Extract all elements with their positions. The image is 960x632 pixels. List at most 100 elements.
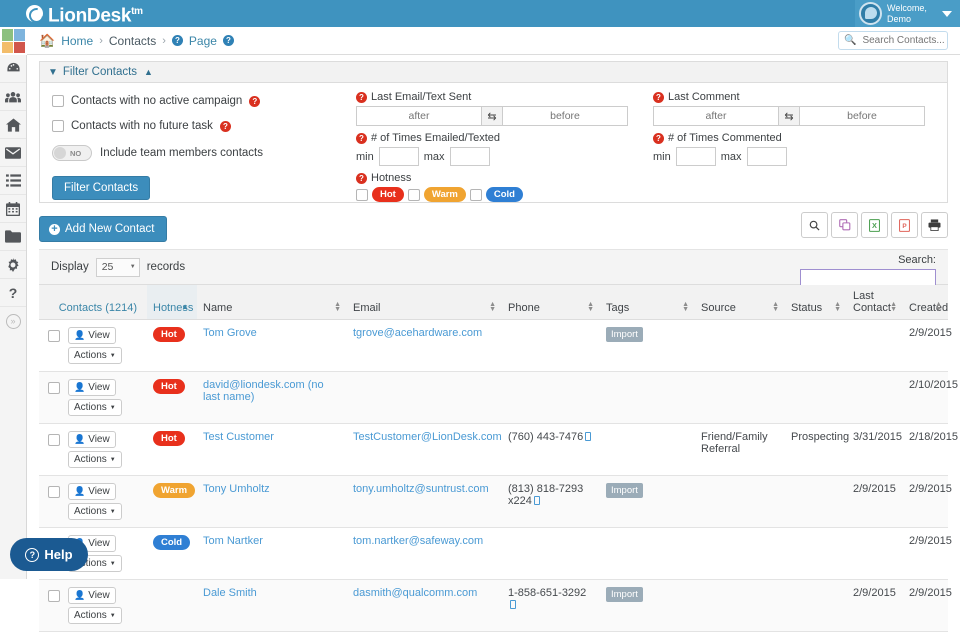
help-icon[interactable]: ? — [653, 92, 664, 103]
contact-name-link[interactable]: Test Customer — [203, 431, 274, 443]
breadcrumb-page[interactable]: Page — [189, 34, 217, 48]
th-hotness[interactable]: Hotness ▲ — [147, 285, 197, 320]
times-emailed-max-input[interactable] — [450, 147, 490, 166]
search-contacts-input[interactable] — [860, 34, 948, 47]
checkbox-hotness-hot[interactable] — [356, 189, 368, 201]
contact-email-link[interactable]: tgrove@acehardware.com — [353, 327, 482, 339]
row-checkbox[interactable] — [48, 330, 60, 342]
view-button[interactable]: 👤View — [68, 587, 116, 604]
sidebar-item-tasks[interactable] — [0, 167, 26, 195]
contact-email-link[interactable]: tom.nartker@safeway.com — [353, 535, 483, 547]
view-button[interactable]: 👤View — [68, 431, 116, 448]
last-email-before-input[interactable] — [502, 106, 628, 126]
times-emailed-min-input[interactable] — [379, 147, 419, 166]
copy-button[interactable] — [831, 212, 858, 238]
sms-icon[interactable] — [585, 432, 591, 441]
print-button[interactable] — [921, 212, 948, 238]
brand-grid-logo[interactable] — [0, 27, 27, 55]
sidebar-item-contacts[interactable] — [0, 83, 26, 111]
column-search-button[interactable] — [801, 212, 828, 238]
help-icon[interactable]: ? — [356, 133, 367, 144]
checkbox-hotness-cold[interactable] — [470, 189, 482, 201]
th-tags[interactable]: Tags ▲▼ — [600, 285, 695, 320]
checkbox-hotness-warm[interactable] — [408, 189, 420, 201]
toggle-include-team-members[interactable]: NO — [52, 145, 92, 161]
search-contacts-box[interactable]: 🔍 — [838, 31, 948, 50]
help-icon[interactable]: ? — [356, 173, 367, 184]
contact-name-link[interactable]: david@liondesk.com (no last name) — [203, 379, 324, 403]
sms-icon[interactable] — [534, 496, 540, 505]
sidebar-item-dashboard[interactable] — [0, 55, 26, 83]
export-pdf-button[interactable]: P — [891, 212, 918, 238]
sidebar-item-files[interactable] — [0, 223, 26, 251]
add-new-contact-button[interactable]: + Add New Contact — [39, 216, 167, 242]
help-icon-right[interactable]: ? — [223, 35, 234, 46]
actions-dropdown-button[interactable]: Actions ▼ — [68, 451, 122, 468]
badge-warm[interactable]: Warm — [424, 187, 466, 202]
tag-badge[interactable]: Import — [606, 587, 643, 602]
row-checkbox[interactable] — [48, 590, 60, 602]
filter-no-active-campaign[interactable]: Contacts with no active campaign ? — [52, 95, 352, 107]
filter-include-team-members[interactable]: NO Include team members contacts — [52, 145, 352, 161]
view-button[interactable]: 👤View — [68, 327, 116, 344]
swap-icon[interactable]: ⇆ — [482, 106, 502, 126]
help-icon-left[interactable]: ? — [172, 35, 183, 46]
contact-email-link[interactable]: dasmith@qualcomm.com — [353, 587, 477, 599]
row-checkbox[interactable] — [48, 434, 60, 446]
view-button[interactable]: 👤View — [68, 379, 116, 396]
last-email-after-input[interactable] — [356, 106, 482, 126]
filter-contacts-button[interactable]: Filter Contacts — [52, 176, 150, 200]
th-email[interactable]: Email ▲▼ — [347, 285, 502, 320]
checkbox-no-active-campaign[interactable] — [52, 95, 64, 107]
chevron-up-icon[interactable]: ▲ — [144, 67, 153, 77]
help-icon[interactable]: ? — [220, 121, 231, 132]
checkbox-no-future-task[interactable] — [52, 120, 64, 132]
sidebar-item-calendar[interactable] — [0, 195, 26, 223]
breadcrumb-home[interactable]: Home — [61, 34, 93, 48]
tag-badge[interactable]: Import — [606, 327, 643, 342]
home-icon[interactable]: 🏠 — [39, 33, 55, 49]
contact-name-link[interactable]: Tom Nartker — [203, 535, 263, 547]
help-icon[interactable]: ? — [249, 96, 260, 107]
sidebar-collapse-toggle[interactable]: » — [0, 307, 26, 335]
th-phone[interactable]: Phone ▲▼ — [502, 285, 600, 320]
chevron-down-icon[interactable] — [942, 11, 952, 17]
swap-icon[interactable]: ⇆ — [779, 106, 799, 126]
view-button[interactable]: 👤View — [68, 483, 116, 500]
actions-dropdown-button[interactable]: Actions ▼ — [68, 607, 122, 624]
help-icon[interactable]: ? — [653, 133, 664, 144]
actions-dropdown-button[interactable]: Actions ▼ — [68, 347, 122, 364]
row-checkbox[interactable] — [48, 486, 60, 498]
sidebar-item-properties[interactable] — [0, 111, 26, 139]
sms-icon[interactable] — [510, 600, 516, 609]
last-comment-before-input[interactable] — [799, 106, 925, 126]
th-status[interactable]: Status ▲▼ — [785, 285, 847, 320]
badge-hot[interactable]: Hot — [372, 187, 404, 202]
th-created[interactable]: Created ▲▼ — [903, 285, 948, 320]
times-commented-min-input[interactable] — [676, 147, 716, 166]
page-size-select[interactable]: 25 — [96, 258, 140, 277]
actions-dropdown-button[interactable]: Actions ▼ — [68, 399, 122, 416]
help-widget-button[interactable]: ? Help — [10, 538, 88, 571]
filter-panel-header[interactable]: ▼ Filter Contacts ▲ — [40, 62, 947, 83]
breadcrumb-contacts[interactable]: Contacts — [109, 34, 156, 48]
contact-name-link[interactable]: Tom Grove — [203, 327, 257, 339]
sidebar-item-help[interactable]: ? — [0, 279, 26, 307]
help-icon[interactable]: ? — [356, 92, 367, 103]
filter-no-future-task[interactable]: Contacts with no future task ? — [52, 120, 352, 132]
export-excel-button[interactable]: X — [861, 212, 888, 238]
actions-dropdown-button[interactable]: Actions ▼ — [68, 503, 122, 520]
sidebar-item-settings[interactable] — [0, 251, 26, 279]
th-last-contact[interactable]: Last Contact ▲▼ — [847, 285, 903, 320]
contact-email-link[interactable]: tony.umholtz@suntrust.com — [353, 483, 489, 495]
contact-name-link[interactable]: Dale Smith — [203, 587, 257, 599]
last-comment-after-input[interactable] — [653, 106, 779, 126]
th-contacts[interactable]: Contacts (1214) — [39, 285, 147, 320]
th-source[interactable]: Source ▲▼ — [695, 285, 785, 320]
app-logo[interactable]: LionDesktm — [26, 2, 143, 25]
row-checkbox[interactable] — [48, 382, 60, 394]
tag-badge[interactable]: Import — [606, 483, 643, 498]
contact-email-link[interactable]: TestCustomer@LionDesk.com — [353, 431, 502, 443]
user-menu[interactable]: Welcome, Demo — [855, 0, 960, 27]
times-commented-max-input[interactable] — [747, 147, 787, 166]
